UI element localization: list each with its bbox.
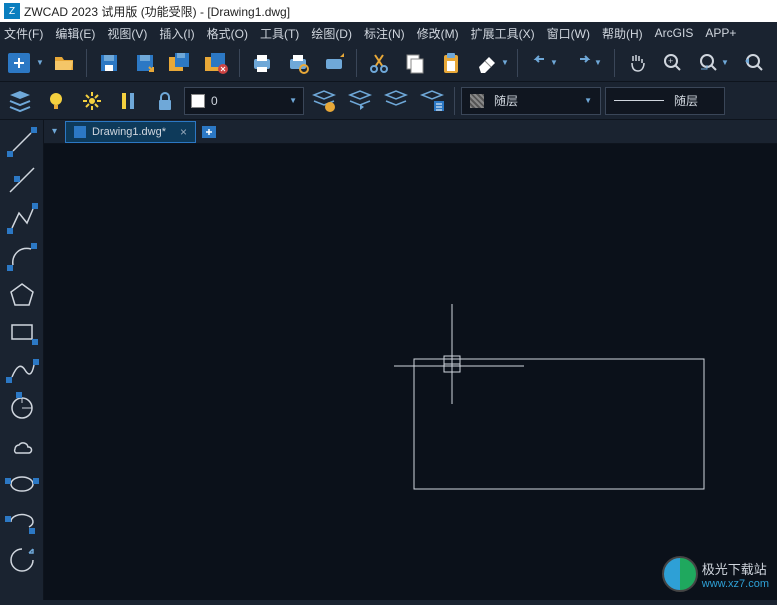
saveall-button[interactable] (165, 47, 197, 79)
new-button[interactable]: ▼ (4, 47, 44, 79)
saveas-button[interactable] (129, 47, 161, 79)
publish-button[interactable] (318, 47, 350, 79)
xline-tool[interactable] (4, 162, 40, 198)
redo-button[interactable]: ▼ (568, 47, 608, 79)
menu-view[interactable]: 视图(V) (107, 25, 147, 42)
file-tabbar: ▾ Drawing1.dwg* × (44, 120, 777, 144)
close-tab-button[interactable]: × (180, 125, 187, 139)
watermark-url: www.xz7.com (702, 578, 769, 590)
menubar: 文件(F) 编辑(E) 视图(V) 插入(I) 格式(O) 工具(T) 绘图(D… (0, 22, 777, 44)
layer-states-button[interactable] (308, 85, 340, 117)
menu-help[interactable]: 帮助(H) (602, 25, 643, 42)
separator (239, 49, 240, 77)
spline-tool[interactable] (4, 352, 40, 388)
zoom-window-button[interactable]: ▼ (693, 47, 733, 79)
layer-previous-button[interactable] (344, 85, 376, 117)
polyline-tool[interactable] (4, 200, 40, 236)
svg-text:+: + (668, 56, 673, 66)
open-button[interactable] (48, 47, 80, 79)
menu-extension[interactable]: 扩展工具(X) (471, 25, 535, 42)
menu-format[interactable]: 格式(O) (207, 25, 248, 42)
linetype-current-label: 随层 (494, 92, 574, 109)
titlebar: Z ZWCAD 2023 试用版 (功能受限) - [Drawing1.dwg] (0, 0, 777, 22)
layer-isolate-button[interactable] (112, 85, 144, 117)
window-title: ZWCAD 2023 试用版 (功能受限) - [Drawing1.dwg] (24, 3, 290, 20)
separator (614, 49, 615, 77)
app-icon: Z (4, 3, 20, 19)
lineweight-current-label: 随层 (674, 92, 698, 109)
tabbar-grip[interactable]: ▾ (52, 126, 57, 137)
toolbar-layers: 0 ▼ 随层 ▼ 随层 (0, 82, 777, 120)
separator (454, 87, 455, 115)
zoom-previous-button[interactable] (737, 47, 769, 79)
save-button[interactable] (93, 47, 125, 79)
layer-match-button[interactable] (380, 85, 412, 117)
polygon-tool[interactable] (4, 276, 40, 312)
eraser-button[interactable]: ▼ (471, 47, 511, 79)
menu-appplus[interactable]: APP+ (705, 26, 736, 40)
menu-edit[interactable]: 编辑(E) (55, 25, 95, 42)
canvas-area: ▾ Drawing1.dwg* × 极光下载站 www (44, 120, 777, 600)
lineweight-dropdown[interactable]: 随层 (605, 87, 725, 115)
arc-tool[interactable] (4, 238, 40, 274)
menu-tools[interactable]: 工具(T) (260, 25, 299, 42)
layer-walk-button[interactable] (416, 85, 448, 117)
toolbar-standard: ▼ ▼ ▼ ▼ + ▼ (0, 44, 777, 82)
pan-button[interactable] (621, 47, 653, 79)
paste-button[interactable] (435, 47, 467, 79)
new-tab-button[interactable] (198, 122, 220, 142)
layer-current-label: 0 (211, 94, 283, 108)
draw-toolbar (0, 120, 44, 600)
menu-modify[interactable]: 修改(M) (417, 25, 459, 42)
menu-file[interactable]: 文件(F) (4, 25, 43, 42)
linetype-dropdown[interactable]: 随层 ▼ (461, 87, 601, 115)
plot-button[interactable] (246, 47, 278, 79)
ellipse-tool[interactable] (4, 466, 40, 502)
layer-freeze-button[interactable] (76, 85, 108, 117)
watermark-brand: 极光下载站 (702, 559, 769, 578)
line-tool[interactable] (4, 124, 40, 160)
layer-dropdown[interactable]: 0 ▼ (184, 87, 304, 115)
dropdown-icon: ▼ (289, 96, 297, 105)
file-tab[interactable]: Drawing1.dwg* × (65, 121, 196, 143)
dropdown-icon: ▼ (584, 96, 592, 105)
separator (356, 49, 357, 77)
zoom-realtime-button[interactable]: + (657, 47, 689, 79)
color-swatch (191, 94, 205, 108)
menu-arcgis[interactable]: ArcGIS (655, 26, 694, 40)
layer-on-button[interactable] (40, 85, 72, 117)
revcloud-tool[interactable] (4, 428, 40, 464)
plot-preview-button[interactable] (282, 47, 314, 79)
menu-dimension[interactable]: 标注(N) (364, 25, 405, 42)
layer-properties-button[interactable] (4, 85, 36, 117)
lineweight-preview (614, 100, 664, 101)
layer-lock-button[interactable] (148, 85, 180, 117)
ellipse-arc-tool[interactable] (4, 504, 40, 540)
rectangle-tool[interactable] (4, 314, 40, 350)
separator (517, 49, 518, 77)
menu-window[interactable]: 窗口(W) (547, 25, 590, 42)
dwg-icon (74, 126, 86, 138)
undo-button[interactable]: ▼ (524, 47, 564, 79)
file-tab-label: Drawing1.dwg* (92, 126, 166, 138)
menu-insert[interactable]: 插入(I) (159, 25, 194, 42)
menu-draw[interactable]: 绘图(D) (311, 25, 352, 42)
watermark: 极光下载站 www.xz7.com (662, 556, 769, 592)
drawing-canvas[interactable] (44, 144, 777, 600)
copy-button[interactable] (399, 47, 431, 79)
donut-tool[interactable] (4, 542, 40, 578)
linetype-swatch (470, 94, 484, 108)
cut-button[interactable] (363, 47, 395, 79)
watermark-logo-icon (662, 556, 698, 592)
separator (86, 49, 87, 77)
circle-tool[interactable] (4, 390, 40, 426)
save-close-button[interactable] (201, 47, 233, 79)
